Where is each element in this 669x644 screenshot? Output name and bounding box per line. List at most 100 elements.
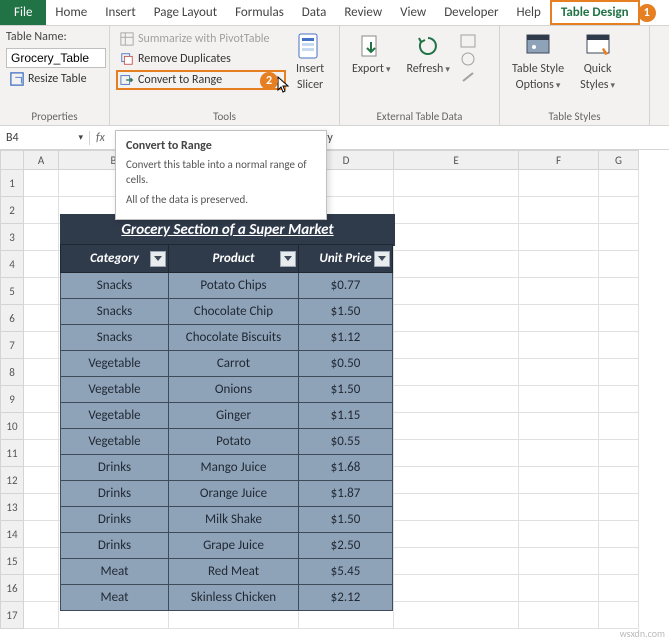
table-cell[interactable]: Snacks [61,273,169,299]
table-row[interactable]: SnacksPotato Chips$0.77 [61,273,393,299]
cell[interactable] [599,278,639,305]
cell[interactable] [519,467,599,494]
cell[interactable] [394,332,519,359]
cell[interactable] [599,224,639,251]
col-header-E[interactable]: E [394,150,519,170]
table-row[interactable]: VegetableOnions$1.50 [61,377,393,403]
table-cell[interactable]: Red Meat [169,559,299,585]
cell[interactable] [394,278,519,305]
row-header-12[interactable]: 12 [0,467,24,494]
cell[interactable] [599,467,639,494]
header-price[interactable]: Unit Price [299,245,393,273]
cell[interactable] [599,521,639,548]
table-row[interactable]: DrinksOrange Juice$1.87 [61,481,393,507]
table-cell[interactable]: $1.50 [299,507,393,533]
cell[interactable] [599,494,639,521]
insert-slicer-button[interactable]: Insert Slicer [290,30,330,94]
table-row[interactable]: DrinksMilk Shake$1.50 [61,507,393,533]
cell[interactable] [24,224,59,251]
cell[interactable] [24,467,59,494]
remove-duplicates-button[interactable]: Remove Duplicates [116,50,286,68]
cell[interactable] [24,494,59,521]
cell[interactable] [394,413,519,440]
row-header-4[interactable]: 4 [0,251,24,278]
table-row[interactable]: MeatSkinless Chicken$2.12 [61,585,393,611]
table-cell[interactable]: Onions [169,377,299,403]
row-header-11[interactable]: 11 [0,440,24,467]
cell[interactable] [599,548,639,575]
row-header-5[interactable]: 5 [0,278,24,305]
cell[interactable] [24,413,59,440]
table-cell[interactable]: $1.12 [299,325,393,351]
table-cell[interactable]: $1.87 [299,481,393,507]
table-cell[interactable]: Orange Juice [169,481,299,507]
cell[interactable] [519,494,599,521]
cell[interactable] [519,224,599,251]
cell[interactable] [24,170,59,197]
cell[interactable] [599,602,639,629]
cell[interactable] [24,359,59,386]
row-header-3[interactable]: 3 [0,224,24,251]
cell[interactable] [519,386,599,413]
cell[interactable] [24,575,59,602]
cell[interactable] [599,386,639,413]
table-cell[interactable]: Meat [61,585,169,611]
table-row[interactable]: VegetableGinger$1.15 [61,403,393,429]
cell[interactable] [519,548,599,575]
table-cell[interactable]: Skinless Chicken [169,585,299,611]
cell[interactable] [24,386,59,413]
cell[interactable] [24,197,59,224]
cell[interactable] [519,251,599,278]
tab-insert[interactable]: Insert [96,0,145,25]
row-header-16[interactable]: 16 [0,575,24,602]
cell[interactable] [24,602,59,629]
cell[interactable] [599,305,639,332]
tab-file[interactable]: File [0,0,46,25]
cell[interactable] [599,359,639,386]
header-product[interactable]: Product [169,245,299,273]
cell[interactable] [599,197,639,224]
row-header-6[interactable]: 6 [0,305,24,332]
row-header-10[interactable]: 10 [0,413,24,440]
table-cell[interactable]: Chocolate Chip [169,299,299,325]
cell[interactable] [394,548,519,575]
table-cell[interactable]: Drinks [61,455,169,481]
row-header-2[interactable]: 2 [0,197,24,224]
name-box[interactable]: B4 ▾ [0,131,90,145]
table-cell[interactable]: Drinks [61,533,169,559]
col-header-A[interactable]: A [24,150,59,170]
table-cell[interactable]: Carrot [169,351,299,377]
open-browser-icon[interactable] [460,52,476,66]
cell[interactable] [394,467,519,494]
cell[interactable] [599,440,639,467]
cell[interactable] [599,413,639,440]
cell[interactable] [24,251,59,278]
table-cell[interactable]: Grape Juice [169,533,299,559]
fx-icon[interactable]: fx [90,131,111,145]
cell[interactable] [519,602,599,629]
table-cell[interactable]: Potato Chips [169,273,299,299]
table-cell[interactable]: $2.50 [299,533,393,559]
table-cell[interactable]: Vegetable [61,429,169,455]
cell[interactable] [394,305,519,332]
table-cell[interactable]: $5.45 [299,559,393,585]
cell[interactable] [519,413,599,440]
cell[interactable] [394,251,519,278]
quick-styles-button[interactable]: Quick Styles [574,30,621,94]
cell[interactable] [394,359,519,386]
table-cell[interactable]: Mango Juice [169,455,299,481]
export-button[interactable]: Export [346,30,396,78]
cell[interactable] [519,332,599,359]
table-cell[interactable]: $1.50 [299,377,393,403]
cell[interactable] [24,440,59,467]
cell[interactable] [24,305,59,332]
table-row[interactable]: DrinksGrape Juice$2.50 [61,533,393,559]
table-cell[interactable]: $0.50 [299,351,393,377]
cell[interactable] [519,197,599,224]
row-header-1[interactable]: 1 [0,170,24,197]
row-header-14[interactable]: 14 [0,521,24,548]
cell[interactable] [394,170,519,197]
cell[interactable] [599,170,639,197]
table-cell[interactable]: Chocolate Biscuits [169,325,299,351]
row-header-13[interactable]: 13 [0,494,24,521]
